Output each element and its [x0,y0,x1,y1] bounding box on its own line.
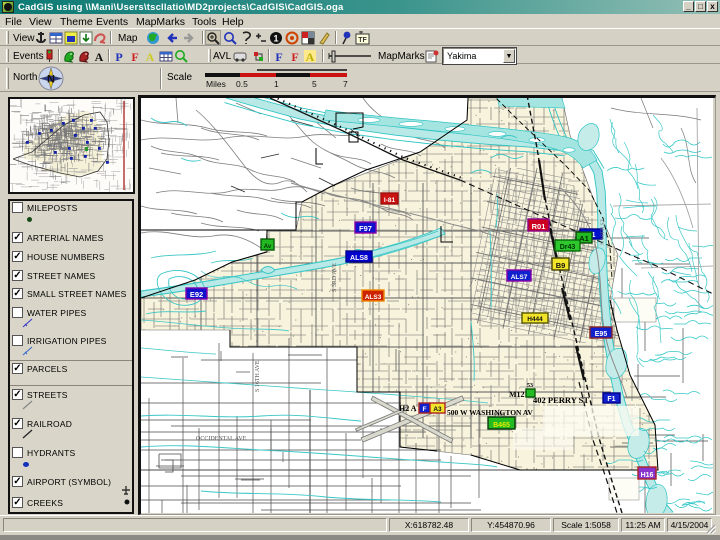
svg-text:E92: E92 [190,290,203,299]
svg-text:F: F [131,50,138,63]
svg-text:A: A [95,50,104,63]
svg-text:F97: F97 [359,224,372,233]
svg-text:F: F [275,50,282,63]
svg-text:E95: E95 [595,331,608,338]
svg-text:N: N [47,74,55,86]
svg-text:H16: H16 [641,472,654,479]
svg-text:ALS7: ALS7 [511,274,528,281]
svg-text:S 3RD AVE: S 3RD AVE [332,263,338,292]
svg-text:F1: F1 [607,396,615,403]
svg-text:TF: TF [358,37,367,44]
svg-text:N 18TH ST: N 18TH ST [600,218,606,245]
svg-text:P: P [115,50,122,63]
svg-text:7: 7 [343,79,348,89]
svg-text:A3: A3 [433,406,442,413]
svg-text:F: F [423,406,427,413]
svg-text:A: A [146,50,155,63]
svg-text:A: A [306,50,315,63]
svg-text:S 16TH AVE: S 16TH AVE [255,360,261,392]
svg-text:I-81: I-81 [384,197,396,204]
svg-text:0.5: 0.5 [236,79,248,89]
svg-text:OCCIDENTAL AVE: OCCIDENTAL AVE [196,436,247,442]
svg-text:9465: 9465 [494,412,505,418]
svg-text:H2 A: H2 A [399,404,417,413]
svg-text:F: F [291,50,298,63]
svg-text:500 W WASHINGTON AV: 500 W WASHINGTON AV [447,408,533,417]
svg-text:Dr43: Dr43 [560,244,576,251]
svg-text:402 PERRY ST: 402 PERRY ST [533,395,589,405]
svg-text:Miles: Miles [206,79,226,89]
svg-text:5: 5 [312,79,317,89]
svg-text:H444: H444 [527,316,543,323]
svg-text:B465: B465 [493,422,510,429]
svg-text:53: 53 [527,383,533,389]
svg-text:ALS8: ALS8 [350,255,368,262]
svg-text:B9: B9 [556,261,566,270]
svg-text:M12: M12 [509,390,525,399]
svg-text:1: 1 [274,79,279,89]
svg-text:R01: R01 [532,222,546,231]
svg-text:Av: Av [264,244,272,250]
svg-text:1: 1 [273,34,278,44]
svg-text:ALS3: ALS3 [365,294,382,301]
